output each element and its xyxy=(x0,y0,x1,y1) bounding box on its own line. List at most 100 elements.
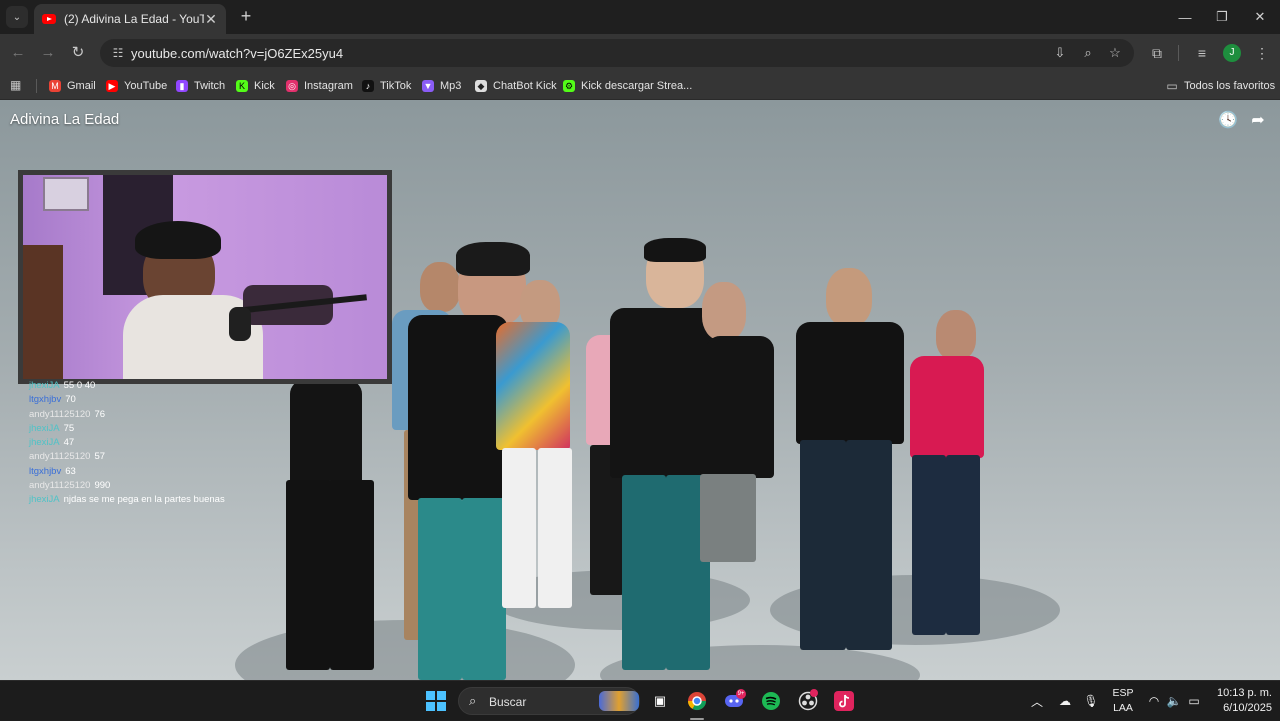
input-language-indicator[interactable]: ESP LAA xyxy=(1110,686,1136,716)
close-window-button[interactable]: ✕ xyxy=(1241,0,1279,34)
url-text[interactable]: youtube.com/watch?v=jO6ZEx25yu4 xyxy=(131,46,343,61)
webcam-overlay xyxy=(18,170,392,384)
chat-username: ltgxhjbv xyxy=(29,394,62,406)
address-bar[interactable]: ☷ youtube.com/watch?v=jO6ZEx25yu4 ⇩ ⌕ ☆ xyxy=(100,39,1134,67)
air-conditioner xyxy=(43,177,89,211)
bookmark-label: Kick descargar Strea... xyxy=(581,80,693,92)
task-view-icon[interactable]: ▣ xyxy=(648,689,672,713)
zoom-icon[interactable]: ⌕ xyxy=(1079,44,1097,62)
chat-username: jhexiJA xyxy=(29,494,60,506)
volume-icon[interactable]: 🔈 xyxy=(1165,681,1183,721)
chat-message: ltgxhjbv 70 xyxy=(29,393,225,407)
show-hidden-icons-chevron-icon[interactable]: ︿ xyxy=(1028,681,1046,721)
chat-message: jhexiJA njdas se me pega en la partes bue… xyxy=(29,493,225,507)
discord-notification-badge: 9+ xyxy=(736,689,746,699)
microphone-icon xyxy=(229,307,251,341)
bookmark-kick[interactable]: K Kick xyxy=(236,77,275,95)
site-info-icon[interactable]: ☷ xyxy=(110,45,126,61)
chat-text: 57 xyxy=(94,451,106,463)
bookmark-kick-download[interactable]: ⚙ Kick descargar Strea... xyxy=(563,77,692,95)
profile-avatar[interactable]: J xyxy=(1223,44,1241,62)
chat-username: jhexiJA xyxy=(29,437,60,449)
tiktok-app-icon[interactable] xyxy=(832,689,856,713)
battery-icon[interactable]: ▭ xyxy=(1185,681,1203,721)
bookmark-star-icon[interactable]: ☆ xyxy=(1106,44,1124,62)
bookmark-instagram[interactable]: ◎ Instagram xyxy=(286,77,353,95)
taskbar: ⌕ Buscar ▣ 9+ ︿ ☁ 🎙 ESP LAA ◠ 🔈 ▭ 10:13 … xyxy=(0,680,1280,720)
tab-title: (2) Adivina La Edad - YouTube xyxy=(64,12,204,26)
bookmark-label: YouTube xyxy=(124,80,168,92)
bookmark-youtube[interactable]: ▶ YouTube xyxy=(106,77,167,95)
spotify-icon[interactable] xyxy=(759,689,783,713)
webcam-feed xyxy=(23,175,387,379)
folder-icon: ▭ xyxy=(1166,79,1178,93)
instagram-icon: ◎ xyxy=(286,80,298,92)
media-control-icon[interactable]: ≡ xyxy=(1192,43,1212,63)
chat-text: 55 0 40 xyxy=(63,380,96,391)
search-placeholder: Buscar xyxy=(489,695,527,709)
minimize-button[interactable]: — xyxy=(1166,0,1204,34)
reload-button[interactable]: ↻ xyxy=(68,43,88,63)
keyboard-layout-code: LAA xyxy=(1113,702,1133,714)
windows-start-icon[interactable] xyxy=(424,689,448,713)
chat-message: jhexiJA 47 xyxy=(29,436,225,450)
apps-grid-icon[interactable]: ▦ xyxy=(10,79,22,91)
bookmarks-divider xyxy=(36,79,37,93)
mp3-icon: ▼ xyxy=(422,80,434,92)
bookmark-gmail[interactable]: M Gmail xyxy=(49,77,96,95)
microphone-tray-icon[interactable]: 🎙 xyxy=(1082,681,1100,721)
tiktok-icon: ♪ xyxy=(362,80,374,92)
install-app-icon[interactable]: ⇩ xyxy=(1051,44,1069,62)
toolbar-divider xyxy=(1178,45,1179,61)
bookmarks-bar: ▦ M Gmail ▶ YouTube ▮ Twitch K Kick ◎ In… xyxy=(0,72,1280,100)
bookmark-twitch[interactable]: ▮ Twitch xyxy=(176,77,225,95)
share-icon[interactable]: ➦ xyxy=(1248,111,1268,131)
kick-download-icon: ⚙ xyxy=(563,80,575,92)
stream-chat: jhexiJA 55 0 40 ltgxhjbv 70 andy11125120 76… xyxy=(29,379,225,508)
tab-close-icon[interactable]: ✕ xyxy=(204,11,218,28)
bookmark-mp3[interactable]: ▼ Mp3 xyxy=(422,77,461,95)
chat-username: andy11125120 xyxy=(29,408,91,420)
all-bookmarks-folder[interactable]: ▭ Todos los favoritos xyxy=(1166,77,1275,95)
chat-username: jhexiJA xyxy=(29,422,60,434)
video-player[interactable]: Adivina La Edad 🕓 ➦ jhexiJA 55 0 40 ltgxh… xyxy=(0,100,1280,680)
forward-button[interactable]: → xyxy=(38,43,58,63)
chat-message: andy11125120 990 xyxy=(29,479,225,493)
bookmark-label: TikTok xyxy=(380,80,412,92)
active-tab[interactable]: (2) Adivina La Edad - YouTube ✕ xyxy=(34,4,226,34)
maximize-button[interactable]: ❐ xyxy=(1203,0,1241,34)
wifi-icon[interactable]: ◠ xyxy=(1145,681,1163,721)
taskbar-search[interactable]: ⌕ Buscar xyxy=(458,687,640,715)
clock-date: 6/10/2025 xyxy=(1223,702,1272,714)
bookmark-label: Kick xyxy=(254,80,275,92)
chat-message: andy11125120 57 xyxy=(29,450,225,464)
chat-text: 75 xyxy=(63,422,75,434)
system-clock[interactable]: 10:13 p. m. 6/10/2025 xyxy=(1206,686,1272,716)
new-tab-button[interactable]: + xyxy=(236,6,256,28)
tab-strip: ⌄ (2) Adivina La Edad - YouTube ✕ + — ❐ … xyxy=(0,0,1280,34)
chat-message: andy11125120 76 xyxy=(29,408,225,422)
chat-username: andy11125120 xyxy=(29,480,91,492)
bookmark-label: Instagram xyxy=(304,80,353,92)
chat-message: jhexiJA 55 0 40 xyxy=(29,379,225,393)
bookmark-label: Gmail xyxy=(67,80,96,92)
chat-text: 70 xyxy=(65,394,76,406)
bookmark-tiktok[interactable]: ♪ TikTok xyxy=(362,77,411,95)
clock-time: 10:13 p. m. xyxy=(1216,687,1272,699)
chrome-icon[interactable] xyxy=(685,689,709,713)
chat-text: 990 xyxy=(94,480,111,492)
tab-search-button[interactable]: ⌄ xyxy=(6,6,28,28)
bookmark-label: ChatBot Kick xyxy=(493,80,557,92)
menu-kebab-icon[interactable]: ⋮ xyxy=(1252,43,1272,63)
chat-message: jhexiJA 75 xyxy=(29,422,225,436)
chat-username: ltgxhjbv xyxy=(29,465,62,477)
bookmark-chatbot-kick[interactable]: ◆ ChatBot Kick xyxy=(475,77,557,95)
dresser xyxy=(23,245,63,379)
watch-later-icon[interactable]: 🕓 xyxy=(1218,111,1238,131)
onedrive-icon[interactable]: ☁ xyxy=(1055,681,1075,721)
gmail-icon: M xyxy=(49,80,61,92)
youtube-icon: ▶ xyxy=(106,80,118,92)
search-icon: ⌕ xyxy=(469,693,477,708)
back-button[interactable]: ← xyxy=(8,43,28,63)
extensions-icon[interactable]: ⧉ xyxy=(1147,43,1167,63)
